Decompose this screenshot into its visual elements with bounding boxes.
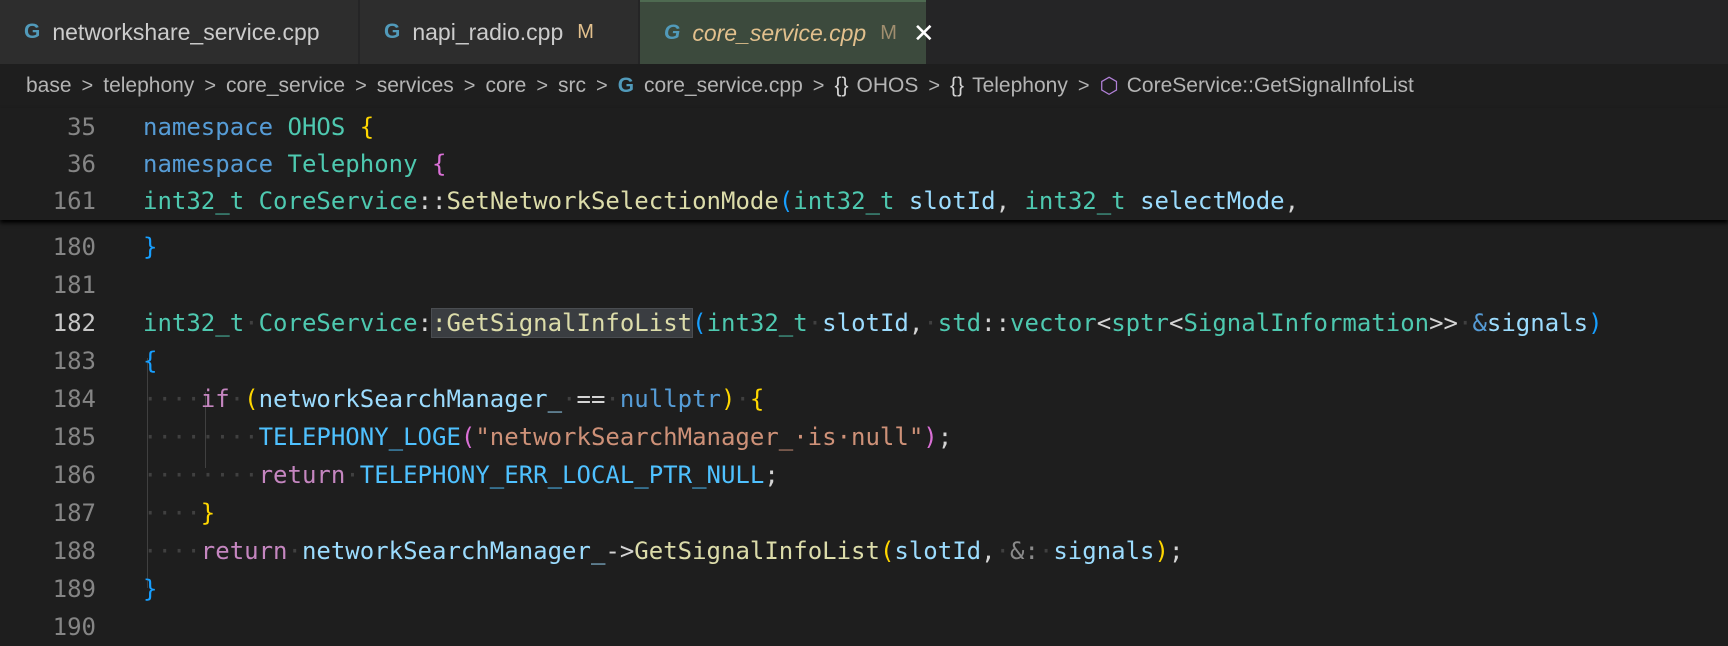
code-editor[interactable]: 35 namespace OHOS { 36 namespace Telepho… — [0, 108, 1728, 641]
cpp-file-icon: G — [24, 20, 41, 43]
line-number: 184 — [52, 385, 96, 413]
code-text: ····if·(networkSearchManager_·==·nullptr… — [143, 385, 765, 413]
line-number: 161 — [52, 187, 96, 215]
tab-label: napi_radio.cpp — [412, 18, 564, 45]
tab-napi-radio[interactable]: G napi_radio.cpp M — [360, 0, 638, 64]
cpp-file-icon: G — [664, 21, 681, 44]
code-line[interactable]: 188 ····return·networkSearchManager_->Ge… — [0, 532, 1728, 570]
namespace-icon: {} — [834, 74, 849, 97]
breadcrumb-namespace[interactable]: OHOS — [857, 74, 919, 98]
code-text: ········TELEPHONY_LOGE("networkSearchMan… — [143, 423, 953, 451]
chevron-right-icon: > — [204, 74, 216, 97]
code-line[interactable]: 181 — [0, 266, 1728, 304]
tab-label: core_service.cpp — [692, 19, 867, 46]
line-number: 183 — [52, 347, 96, 375]
chevron-right-icon: > — [81, 74, 94, 97]
breadcrumb-item[interactable]: core_service — [226, 74, 345, 98]
breadcrumb-namespace[interactable]: Telephony — [972, 74, 1068, 98]
chevron-right-icon: > — [536, 74, 549, 97]
sticky-scroll[interactable]: 35 namespace OHOS { 36 namespace Telepho… — [0, 108, 1728, 220]
code-line[interactable]: 190 — [0, 608, 1728, 646]
code-line[interactable]: 187 ····} — [0, 494, 1728, 532]
line-number: 189 — [52, 575, 96, 603]
tab-label: networkshare_service.cpp — [52, 18, 320, 45]
line-number: 36 — [67, 150, 96, 178]
code-text: } — [143, 575, 158, 603]
cpp-file-icon: G — [617, 74, 635, 97]
code-text: ····} — [143, 499, 216, 527]
inlay-hint: &: — [1010, 537, 1039, 565]
code-line[interactable]: 185 ········TELEPHONY_LOGE("networkSearc… — [0, 418, 1728, 456]
breadcrumb: base > telephony > core_service > servic… — [0, 64, 1728, 108]
chevron-right-icon: > — [355, 74, 367, 97]
line-number: 190 — [52, 613, 96, 641]
sticky-line[interactable]: 161 int32_t CoreService::SetNetworkSelec… — [0, 182, 1728, 220]
close-icon[interactable]: ✕ — [913, 18, 935, 49]
code-text: { — [143, 347, 158, 375]
chevron-right-icon: > — [812, 74, 825, 97]
code-text: ········return·TELEPHONY_ERR_LOCAL_PTR_N… — [143, 461, 779, 489]
line-number: 186 — [52, 461, 96, 489]
code-line[interactable]: 184 ····if·(networkSearchManager_·==·nul… — [0, 380, 1728, 418]
modified-indicator: M — [880, 21, 897, 44]
code-line[interactable]: 189 } — [0, 570, 1728, 608]
line-number: 188 — [52, 537, 96, 565]
code-text: int32_t CoreService::SetNetworkSelection… — [143, 187, 1300, 215]
sticky-line[interactable]: 35 namespace OHOS { — [0, 108, 1728, 146]
tab-networkshare-service[interactable]: G networkshare_service.cpp — [0, 0, 358, 64]
code-line[interactable]: 180 } — [0, 228, 1728, 266]
code-line[interactable]: 182 int32_t·CoreService::GetSignalInfoLi… — [0, 304, 1728, 342]
breadcrumb-item[interactable]: services — [377, 74, 454, 98]
method-cube-icon: ⬡ — [1099, 73, 1119, 98]
tab-core-service[interactable]: G core_service.cpp M ✕ — [640, 0, 935, 64]
code-text: namespace OHOS { — [143, 113, 375, 141]
editor-tab-bar: G networkshare_service.cpp G napi_radio.… — [0, 0, 1728, 64]
breadcrumb-item[interactable]: telephony — [103, 74, 194, 98]
chevron-right-icon: > — [1077, 74, 1090, 97]
breadcrumb-item[interactable]: core — [485, 74, 526, 98]
code-text: namespace Telephony { — [143, 150, 447, 178]
code-text: int32_t·CoreService::GetSignalInfoList(i… — [143, 308, 1603, 338]
sticky-line[interactable]: 36 namespace Telephony { — [0, 145, 1728, 183]
breadcrumb-item[interactable]: base — [26, 74, 72, 98]
chevron-right-icon: > — [463, 74, 476, 97]
code-line[interactable]: 186 ········return·TELEPHONY_ERR_LOCAL_P… — [0, 456, 1728, 494]
modified-indicator: M — [577, 20, 594, 43]
code-text: ····return·networkSearchManager_->GetSig… — [143, 537, 1184, 565]
cpp-file-icon: G — [384, 20, 401, 43]
breadcrumb-method[interactable]: CoreService::GetSignalInfoList — [1127, 74, 1414, 98]
line-number: 35 — [67, 113, 96, 141]
line-number: 187 — [52, 499, 96, 527]
selection-highlight: :GetSignalInfoList — [431, 308, 694, 338]
breadcrumb-item[interactable]: src — [558, 74, 586, 98]
line-number: 185 — [52, 423, 96, 451]
namespace-icon: {} — [950, 74, 965, 97]
chevron-right-icon: > — [928, 74, 941, 97]
line-number: 182 — [52, 309, 96, 337]
code-line[interactable]: 183 { — [0, 342, 1728, 380]
line-number: 181 — [52, 271, 96, 299]
line-number: 180 — [52, 233, 96, 261]
code-text: } — [143, 233, 158, 261]
breadcrumb-file[interactable]: core_service.cpp — [644, 74, 803, 98]
chevron-right-icon: > — [596, 74, 608, 97]
